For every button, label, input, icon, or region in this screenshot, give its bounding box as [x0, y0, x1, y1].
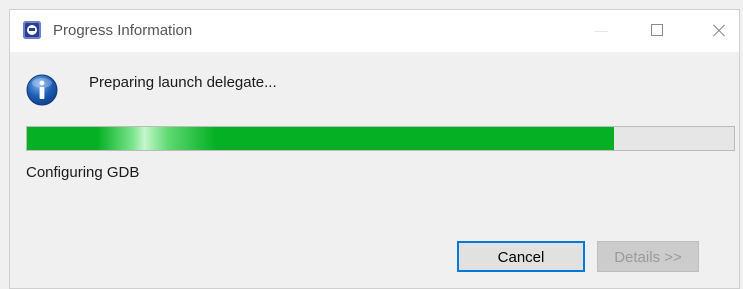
progress-bar [26, 126, 735, 151]
progress-message: Preparing launch delegate... [89, 74, 277, 91]
app-icon [23, 21, 41, 39]
close-button[interactable] [696, 10, 742, 52]
progress-dialog: Progress Information Preparing launch de… [9, 9, 740, 289]
subtask-label: Configuring GDB [26, 164, 140, 181]
progress-bar-fill [27, 127, 614, 150]
cancel-button[interactable]: Cancel [457, 241, 585, 272]
info-icon [26, 74, 58, 106]
details-button[interactable]: Details >> [597, 241, 699, 272]
maximize-button[interactable] [634, 10, 680, 52]
title-bar[interactable]: Progress Information [10, 10, 739, 52]
minimize-button[interactable] [578, 10, 624, 52]
window-title: Progress Information [53, 22, 193, 39]
